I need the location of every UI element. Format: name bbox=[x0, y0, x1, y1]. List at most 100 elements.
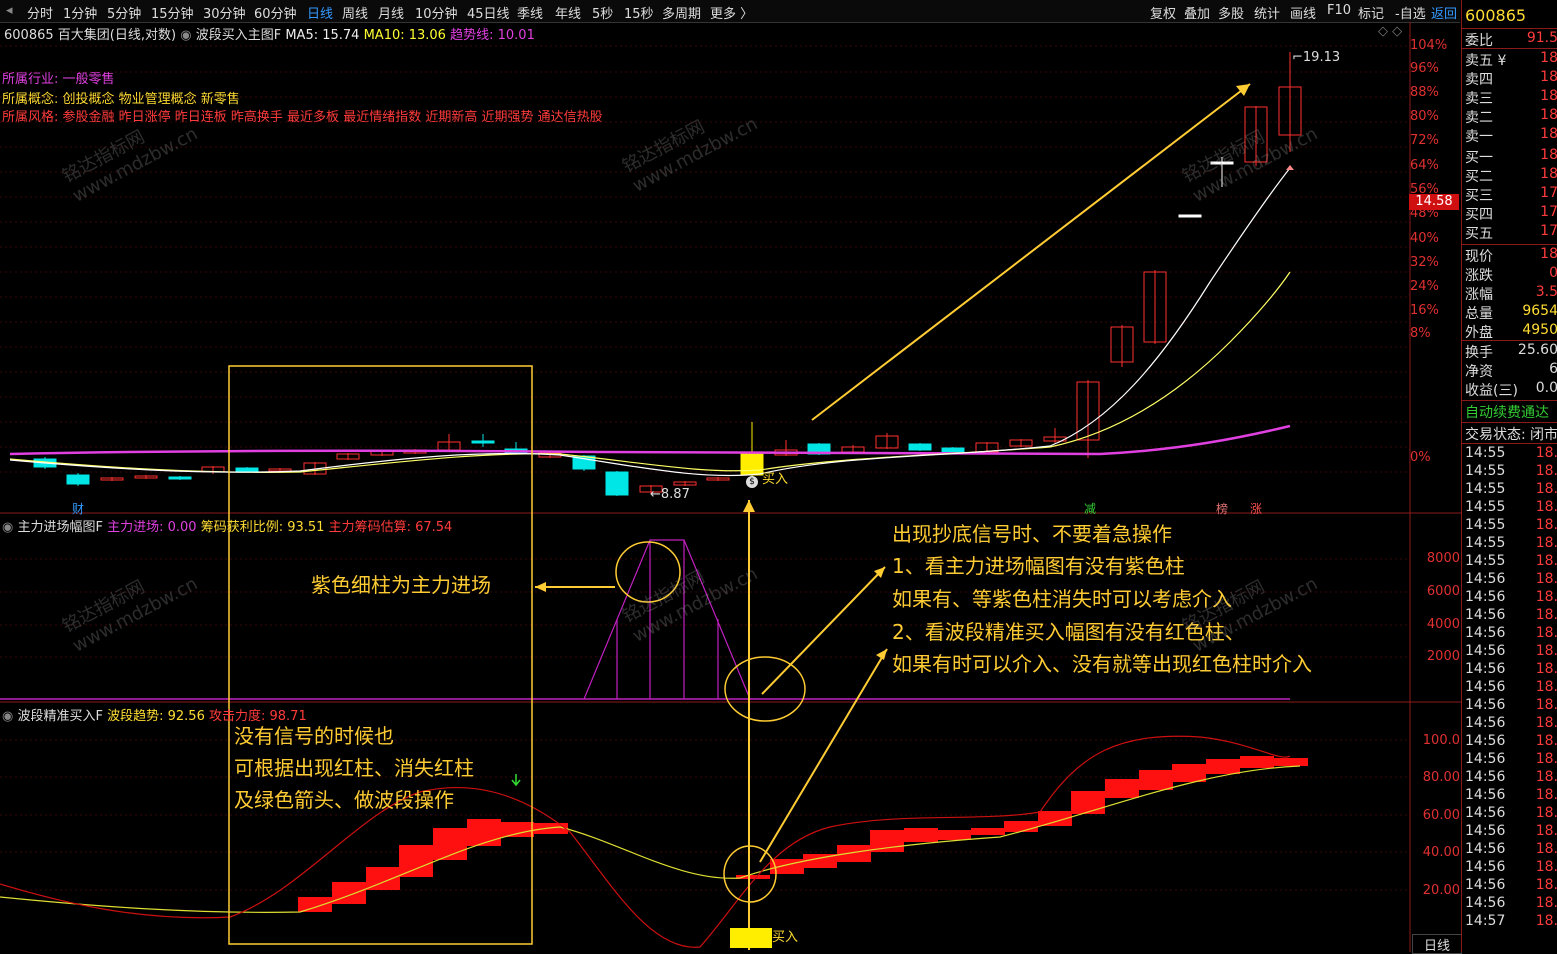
tick-price: 18. bbox=[1535, 769, 1557, 785]
axis-label: 8000 bbox=[1426, 551, 1460, 566]
quote-stat-label: 收益(三) bbox=[1465, 383, 1518, 399]
quote-stat-value: 0 bbox=[1549, 265, 1557, 281]
order-book-label: 买四 bbox=[1465, 207, 1493, 223]
tick-time: 14:56 bbox=[1465, 679, 1506, 695]
panel3-name[interactable]: 波段精准买入F bbox=[17, 709, 102, 724]
panel3-attack: 攻击力度: 98.71 bbox=[208, 709, 307, 724]
back-icon[interactable]: ◂ bbox=[6, 3, 13, 18]
order-book-label: 买二 bbox=[1465, 169, 1493, 185]
tool-button-0[interactable]: 复权 bbox=[1150, 3, 1176, 22]
auto-fee-link[interactable]: 自动续费通达 bbox=[1465, 402, 1549, 422]
quote-stat-value: 18 bbox=[1540, 246, 1557, 262]
period-tab-6[interactable]: 日线 bbox=[307, 3, 333, 22]
attack-bar bbox=[467, 819, 501, 846]
high-price-label: ⌐19.13 bbox=[1292, 50, 1341, 65]
period-tab[interactable]: 日线 bbox=[1412, 934, 1462, 954]
period-tab-16[interactable]: 更多 〉 bbox=[710, 3, 753, 22]
tick-time: 14:55 bbox=[1465, 463, 1506, 479]
attack-bar bbox=[1240, 756, 1274, 768]
tick-price: 18. bbox=[1535, 877, 1557, 893]
tool-button-2[interactable]: 多股 bbox=[1218, 3, 1244, 22]
tool-button-1[interactable]: 叠加 bbox=[1184, 3, 1210, 22]
panel2-profit-ratio: 筹码获利比例: 93.51 bbox=[200, 520, 325, 535]
period-tab-2[interactable]: 5分钟 bbox=[107, 3, 141, 22]
tool-button-5[interactable]: F10 bbox=[1327, 3, 1351, 18]
axis-label: 2000 bbox=[1426, 649, 1460, 664]
period-tab-3[interactable]: 15分钟 bbox=[151, 3, 194, 22]
period-tab-15[interactable]: 多周期 bbox=[662, 3, 701, 22]
tick-price: 18. bbox=[1535, 715, 1557, 731]
tick-time: 14:56 bbox=[1465, 733, 1506, 749]
tick-time: 14:56 bbox=[1465, 751, 1506, 767]
quote-stat-label: 现价 bbox=[1465, 249, 1493, 265]
tick-time: 14:56 bbox=[1465, 625, 1506, 641]
axis-label: 60.00 bbox=[1422, 808, 1460, 823]
period-tab-7[interactable]: 周线 bbox=[342, 3, 368, 22]
tick-time: 14:55 bbox=[1465, 445, 1506, 461]
tool-button-7[interactable]: -自选 bbox=[1395, 3, 1426, 22]
period-tab-10[interactable]: 45日线 bbox=[467, 3, 510, 22]
period-tab-13[interactable]: 5秒 bbox=[592, 3, 613, 22]
tip-arrow-1 bbox=[761, 566, 886, 695]
candle-body bbox=[235, 467, 259, 472]
attack-bar bbox=[1172, 764, 1206, 782]
trend-arrow bbox=[811, 83, 1251, 421]
axis-label: 80.00 bbox=[1422, 770, 1460, 785]
panel2-main-in: 主力进场: 0.00 bbox=[107, 520, 197, 535]
attack-bar bbox=[1274, 758, 1308, 766]
tick-price: 18. bbox=[1535, 679, 1557, 695]
settings-icon[interactable]: ◉ bbox=[2, 709, 13, 724]
weibi-value: 91.5 bbox=[1526, 30, 1557, 46]
low-value: 8.87 bbox=[660, 487, 690, 502]
tick-price: 18. bbox=[1535, 805, 1557, 821]
period-tab-9[interactable]: 10分钟 bbox=[415, 3, 458, 22]
tool-button-3[interactable]: 统计 bbox=[1254, 3, 1280, 22]
highlight-box bbox=[228, 365, 533, 945]
note-tip-5: 如果有时可以介入、没有就等出现红色柱时介入 bbox=[892, 652, 1312, 676]
order-book-price: 18 bbox=[1540, 166, 1557, 182]
event-marker-reduce[interactable]: 减 bbox=[1084, 500, 1096, 517]
tick-time: 14:57 bbox=[1465, 913, 1506, 929]
buy-bar-yellow bbox=[730, 928, 772, 948]
order-book-label: 卖二 bbox=[1465, 110, 1493, 126]
period-tab-14[interactable]: 15秒 bbox=[624, 3, 654, 22]
event-marker-finance[interactable]: 财 bbox=[72, 500, 84, 517]
tool-button-4[interactable]: 画线 bbox=[1290, 3, 1316, 22]
period-tab-11[interactable]: 季线 bbox=[517, 3, 543, 22]
event-marker-limit-up[interactable]: 涨 bbox=[1250, 500, 1262, 517]
tool-button-8[interactable]: 返回 bbox=[1431, 3, 1457, 22]
arrow-head bbox=[743, 500, 755, 512]
order-book-label: 卖一 bbox=[1465, 129, 1493, 145]
attack-bar bbox=[500, 822, 534, 837]
period-tab-12[interactable]: 年线 bbox=[555, 3, 581, 22]
quote-stat-label: 涨幅 bbox=[1465, 287, 1493, 303]
quote-stat-value: 3.5 bbox=[1535, 284, 1557, 300]
event-marker-rank[interactable]: 榜 bbox=[1216, 500, 1228, 517]
period-tab-1[interactable]: 1分钟 bbox=[63, 3, 97, 22]
settings-icon[interactable]: ◉ bbox=[2, 520, 13, 535]
order-book-label: 卖三 bbox=[1465, 91, 1493, 107]
quote-stat-value: 4950 bbox=[1522, 322, 1557, 338]
tick-time: 14:55 bbox=[1465, 553, 1506, 569]
axis-label: 32% bbox=[1410, 255, 1439, 270]
axis-label: 72% bbox=[1410, 133, 1439, 148]
tool-button-6[interactable]: 标记 bbox=[1358, 3, 1384, 22]
period-tab-5[interactable]: 60分钟 bbox=[254, 3, 297, 22]
period-tab-8[interactable]: 月线 bbox=[378, 3, 404, 22]
tick-price: 18. bbox=[1535, 463, 1557, 479]
trade-status-value: 闭市 bbox=[1530, 427, 1557, 443]
tick-price: 18. bbox=[1535, 571, 1557, 587]
order-book-label: 卖五 ¥ bbox=[1465, 53, 1507, 69]
order-book-label: 卖四 bbox=[1465, 72, 1493, 88]
candle-body bbox=[66, 474, 90, 485]
tick-time: 14:55 bbox=[1465, 535, 1506, 551]
attack-bar bbox=[904, 828, 938, 842]
tick-time: 14:56 bbox=[1465, 895, 1506, 911]
money-bag-icon: $ bbox=[746, 476, 758, 488]
period-tab-4[interactable]: 30分钟 bbox=[203, 3, 246, 22]
panel2-name[interactable]: 主力进场幅图F bbox=[17, 520, 102, 535]
candle-body bbox=[168, 476, 192, 480]
low-price-label: ←8.87 bbox=[650, 487, 690, 502]
tick-time: 14:56 bbox=[1465, 787, 1506, 803]
period-tab-0[interactable]: 分时 bbox=[27, 3, 53, 22]
